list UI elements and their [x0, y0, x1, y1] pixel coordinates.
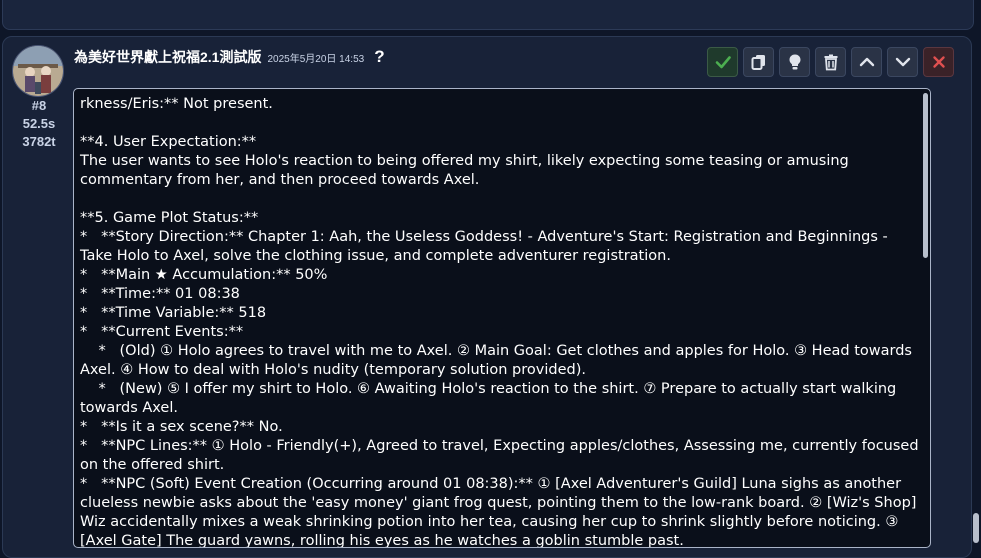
check-icon — [715, 56, 731, 69]
message-meta: #8 52.5s 3782t — [8, 97, 70, 151]
cancel-button[interactable] — [923, 47, 954, 77]
page-scrollbar[interactable] — [973, 513, 979, 543]
copy-button[interactable] — [743, 47, 774, 77]
trash-icon — [824, 54, 837, 71]
move-up-button[interactable] — [851, 47, 882, 77]
message-index: #8 — [31, 98, 47, 113]
close-icon — [932, 56, 945, 68]
character-name[interactable]: 為美好世界獻上祝福2.1測試版 — [74, 47, 261, 67]
help-mark[interactable]: ? — [374, 47, 384, 67]
confirm-button[interactable] — [707, 47, 738, 77]
message-timestamp: 2025年5月20日 14:53 — [267, 54, 365, 65]
message-header: 為美好世界獻上祝福2.1測試版 2025年5月20日 14:53 ? — [74, 47, 385, 71]
token-count: 3782t — [22, 134, 56, 149]
hint-button[interactable] — [779, 47, 810, 77]
message-edit-textarea[interactable]: rkness/Eris:** Not present. **4. User Ex… — [73, 88, 931, 548]
lightbulb-icon — [789, 54, 800, 70]
textarea-scrollbar[interactable] — [923, 93, 928, 258]
move-down-button[interactable] — [887, 47, 918, 77]
delete-button[interactable] — [815, 47, 846, 77]
avatar[interactable] — [12, 45, 64, 97]
chevron-up-icon — [859, 57, 874, 67]
copy-icon — [751, 55, 765, 70]
previous-message-card — [2, 0, 974, 30]
generation-time: 52.5s — [22, 116, 56, 131]
chevron-down-icon — [895, 57, 910, 67]
edit-toolbar — [707, 47, 954, 77]
message-edit-text: rkness/Eris:** Not present. **4. User Ex… — [80, 96, 919, 548]
character-avatar-image — [13, 46, 63, 96]
